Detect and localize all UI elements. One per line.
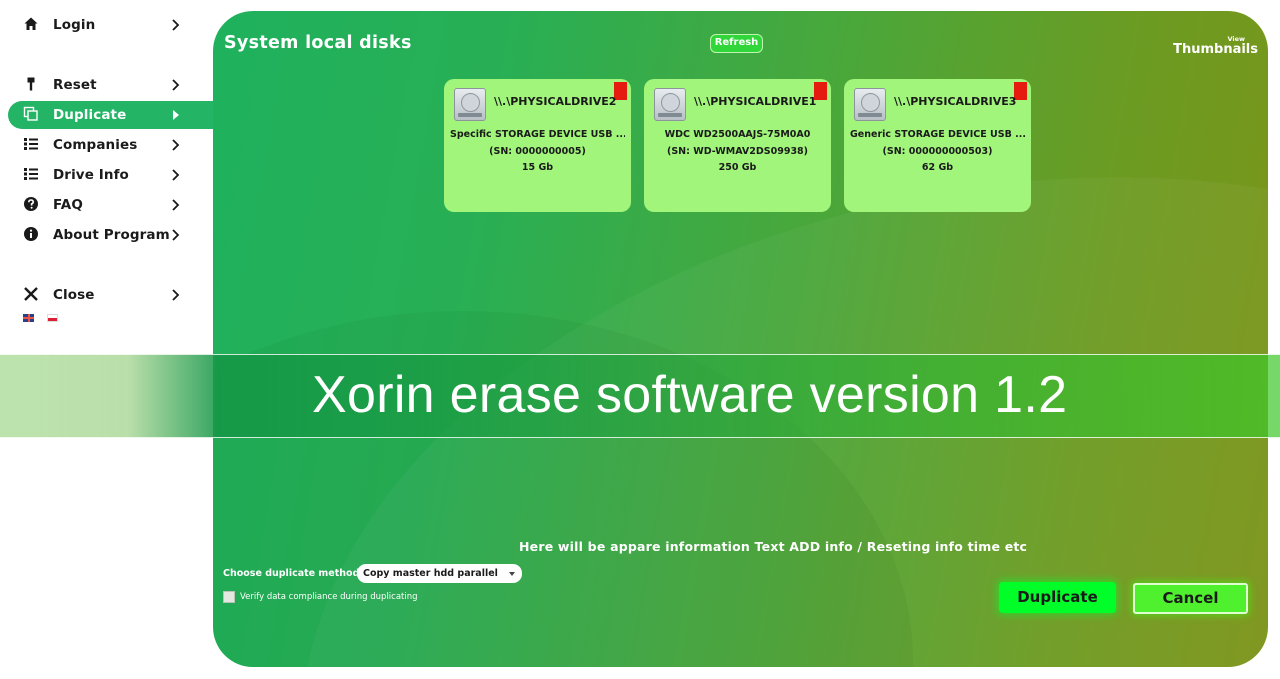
duplicate-button[interactable]: Duplicate xyxy=(999,582,1116,613)
main-panel: System local disks Refresh View Thumbnai… xyxy=(213,11,1268,667)
duplicate-method-value: Copy master hdd parallel xyxy=(363,568,498,579)
list-icon xyxy=(22,135,40,153)
sidebar-item-label: Drive Info xyxy=(53,167,129,183)
chevron-right-icon xyxy=(172,139,180,151)
sidebar-item-label: Duplicate xyxy=(53,107,127,123)
sidebar-item-label: FAQ xyxy=(53,197,83,213)
disk-size: 250 Gb xyxy=(718,162,757,173)
disk-name: \\.\PHYSICALDRIVE1 xyxy=(694,95,817,108)
disk-serial: (SN: 000000000503) xyxy=(882,146,993,157)
sidebar-item-login[interactable]: Login xyxy=(8,11,213,39)
sidebar: Login Reset Duplicate Companies Drive In… xyxy=(0,0,214,679)
hard-drive-icon xyxy=(854,88,886,121)
disk-card[interactable]: \\.\PHYSICALDRIVE3 Generic STORAGE DEVIC… xyxy=(844,79,1031,212)
polish-flag-icon[interactable] xyxy=(47,314,58,322)
chevron-right-icon xyxy=(172,19,180,31)
chevron-right-icon xyxy=(172,199,180,211)
disk-card[interactable]: \\.\PHYSICALDRIVE2 Specific STORAGE DEVI… xyxy=(444,79,631,212)
disk-name: \\.\PHYSICALDRIVE2 xyxy=(494,95,617,108)
verify-checkbox[interactable] xyxy=(223,591,235,603)
chevron-right-icon xyxy=(172,79,180,91)
sidebar-item-faq[interactable]: FAQ xyxy=(8,191,213,219)
verify-checkbox-label: Verify data compliance during duplicatin… xyxy=(240,592,418,602)
copy-icon xyxy=(22,105,40,123)
disk-name: \\.\PHYSICALDRIVE3 xyxy=(894,95,1017,108)
duplicate-method-select[interactable]: Copy master hdd parallel xyxy=(357,564,522,583)
language-switcher xyxy=(23,314,58,322)
info-message: Here will be appare information Text ADD… xyxy=(519,539,1028,554)
dropdown-caret-icon xyxy=(509,572,515,576)
disk-serial: (SN: 0000000005) xyxy=(489,146,586,157)
sidebar-item-duplicate[interactable]: Duplicate xyxy=(8,101,214,129)
disk-model: Specific STORAGE DEVICE USB ... xyxy=(450,129,625,140)
hard-drive-icon xyxy=(454,88,486,121)
sidebar-item-reset[interactable]: Reset xyxy=(8,71,213,99)
sidebar-item-label: Close xyxy=(53,287,95,303)
refresh-button[interactable]: Refresh xyxy=(710,34,763,53)
hard-drive-icon xyxy=(654,88,686,121)
sidebar-item-about-program[interactable]: About Program xyxy=(8,221,213,249)
sidebar-item-label: Login xyxy=(53,17,96,33)
tool-icon xyxy=(22,75,40,93)
disk-serial: (SN: WD-WMAV2DS09938) xyxy=(666,146,809,157)
close-icon xyxy=(22,285,40,303)
chevron-right-icon xyxy=(172,289,180,301)
info-icon xyxy=(22,225,40,243)
chevron-right-icon xyxy=(172,169,180,181)
page-title: System local disks xyxy=(224,33,412,53)
disk-size: 15 Gb xyxy=(521,162,554,173)
sidebar-item-label: Reset xyxy=(53,77,97,93)
cancel-button[interactable]: Cancel xyxy=(1133,583,1248,614)
version-banner: Xorin erase software version 1.2 xyxy=(0,354,1280,438)
duplicate-method-label: Choose duplicate method xyxy=(223,568,360,579)
sidebar-item-close[interactable]: Close xyxy=(8,281,213,309)
chevron-right-icon xyxy=(172,229,180,241)
view-mode-toggle[interactable]: Thumbnails xyxy=(1173,42,1258,57)
disk-model: WDC WD2500AAJS-75M0A0 xyxy=(664,129,811,140)
help-icon xyxy=(22,195,40,213)
sidebar-item-drive-info[interactable]: Drive Info xyxy=(8,161,213,189)
home-icon xyxy=(22,15,40,33)
english-flag-icon[interactable] xyxy=(23,314,34,322)
sidebar-item-companies[interactable]: Companies xyxy=(8,131,213,159)
caret-right-icon xyxy=(173,110,179,120)
sidebar-item-label: Companies xyxy=(53,137,138,153)
disk-model: Generic STORAGE DEVICE USB ... xyxy=(850,129,1025,140)
banner-text: Xorin erase software version 1.2 xyxy=(312,366,1068,424)
disk-size: 62 Gb xyxy=(921,162,954,173)
list-icon xyxy=(22,165,40,183)
disk-card[interactable]: \\.\PHYSICALDRIVE1 WDC WD2500AAJS-75M0A0… xyxy=(644,79,831,212)
sidebar-item-label: About Program xyxy=(53,227,170,243)
